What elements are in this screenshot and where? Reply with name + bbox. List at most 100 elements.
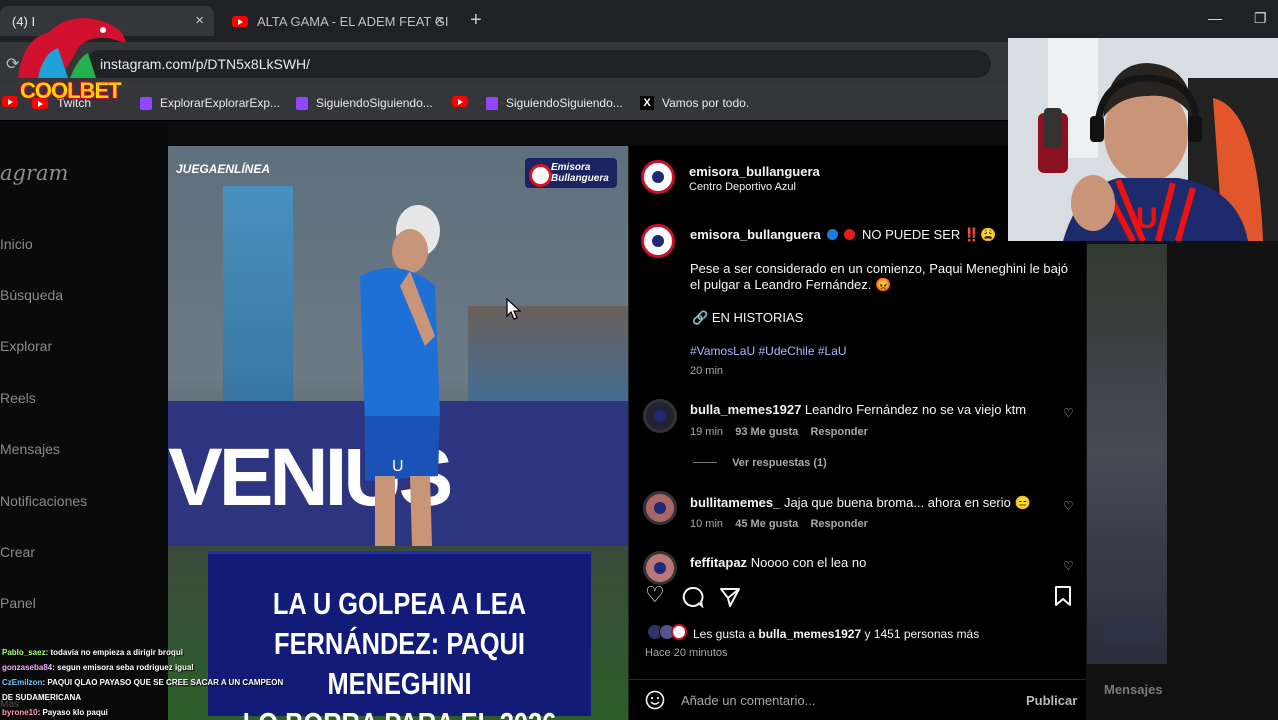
divider (693, 462, 717, 463)
bookmark-youtube-2[interactable] (452, 96, 477, 107)
comment-avatar[interactable] (643, 551, 677, 585)
badge-line: Emisora (551, 162, 591, 173)
tab-title: ALTA GAMA - EL ADEM FEAT GI (257, 13, 449, 29)
minimize-icon[interactable]: — (1208, 10, 1222, 26)
emisora-badge: Emisora Bullanguera (525, 158, 617, 188)
bookmark-label: ExplorarExplorarExp... (160, 96, 281, 110)
bookmark-label: SiguiendoSiguiendo... (316, 96, 433, 110)
comment-icon[interactable] (682, 586, 704, 608)
sidebar-item-notificaciones[interactable]: Notificaciones (0, 493, 87, 509)
like-comment-icon[interactable]: ♡ (1063, 406, 1074, 420)
comment-time: 19 min (690, 426, 724, 438)
chat-user: byrone10 (2, 708, 38, 717)
view-replies[interactable]: Ver respuestas (1) (693, 457, 827, 469)
emoji-icon[interactable] (645, 690, 665, 710)
chat-text: : segun emisora seba rodriguez igual (52, 663, 194, 672)
chat-text: : todavía no empieza a dirigir broqui (45, 648, 183, 657)
chat-text: : PAQUI QLAO PAYASO QUE SE CREE SACAR A … (42, 678, 284, 687)
caption-header: emisora_bullanguera NO PUEDE SER ‼️😩 (690, 227, 996, 243)
sidebar-item-busqueda[interactable]: Búsqueda (0, 287, 63, 303)
likes-user[interactable]: bulla_memes1927 (758, 627, 861, 641)
comment-input[interactable]: Añade un comentario... (681, 693, 815, 708)
post-date: Hace 20 minutos (645, 647, 728, 659)
new-tab-button[interactable]: + (470, 9, 482, 32)
url-input[interactable]: instagram.com/p/DTN5x8LkSWH/ (86, 50, 991, 78)
bookmark-explorar[interactable]: ExplorarExplorarExp... (140, 96, 280, 110)
messages-floating-label[interactable]: Mensajes (1104, 682, 1163, 697)
sidebar-item-explorar[interactable]: Explorar (0, 338, 52, 354)
comment-3: feffitapaz Noooo con el lea no (690, 555, 866, 570)
bookmarks-bar: Twitch ExplorarExplorarExp... SiguiendoS… (0, 86, 1010, 120)
instagram-wordmark[interactable]: agram (0, 161, 68, 185)
sidebar-item-inicio[interactable]: Inicio (0, 236, 33, 252)
comment-meta: 19 min 93 Me gusta Responder (690, 426, 868, 438)
logo-text: COOLBET (20, 78, 122, 103)
comment-username[interactable]: bullitamemes_ (690, 495, 780, 510)
close-tab-icon[interactable]: × (435, 12, 444, 29)
like-comment-icon[interactable]: ♡ (1063, 559, 1074, 573)
comment-avatar[interactable] (643, 491, 677, 525)
hashtags[interactable]: #VamosLaU #UdeChile #LaU (690, 344, 847, 358)
badge-line: Bullanguera (551, 173, 609, 184)
chat-message: CzEmilzon: PAQUI QLAO PAYASO QUE SE CREE… (2, 675, 322, 690)
sidebar-item-panel[interactable]: Panel (0, 595, 36, 611)
sidebar-item-reels[interactable]: Reels (0, 390, 36, 406)
twitch-icon (140, 96, 152, 110)
caption-username[interactable]: emisora_bullanguera (690, 227, 821, 242)
stream-chat: Pablo_saez: todavía no empieza a dirigir… (2, 645, 322, 720)
post-location[interactable]: Centro Deportivo Azul (689, 181, 796, 193)
comment-likes[interactable]: 93 Me gusta (735, 426, 798, 438)
likes-summary[interactable]: Les gusta a bulla_memes1927 y 1451 perso… (693, 627, 979, 641)
publish-button[interactable]: Publicar (1026, 693, 1077, 708)
chat-user: Pablo_saez (2, 648, 46, 657)
mouse-cursor-icon (506, 298, 522, 320)
red-circle-icon (844, 229, 856, 240)
view-replies-text: Ver respuestas (1) (732, 457, 827, 469)
reply-button[interactable]: Responder (810, 518, 867, 530)
caption-line: Pese a ser considerado en un comienzo, P… (690, 261, 1068, 276)
juegaenlinea-label: JUEGAENLÍNEA (176, 162, 271, 176)
address-bar-row: ⟳ instagram.com/p/DTN5x8LkSWH/ (0, 42, 1010, 86)
svg-text:U: U (1136, 202, 1158, 235)
caption-body: Pese a ser considerado en un comienzo, P… (690, 261, 1068, 293)
streamer-webcam: U (1008, 38, 1278, 241)
reply-button[interactable]: Responder (810, 426, 867, 438)
sidebar-item-mensajes[interactable]: Mensajes (0, 441, 60, 457)
coolbet-logo: COOLBET (8, 8, 133, 103)
like-comment-icon[interactable]: ♡ (1063, 499, 1074, 513)
caption-avatar[interactable] (641, 224, 675, 258)
close-tab-icon[interactable]: × (195, 12, 204, 29)
story-link[interactable]: 🔗 EN HISTORIAS (692, 310, 803, 326)
sidebar-item-crear[interactable]: Crear (0, 544, 35, 560)
background-post-image (1087, 244, 1167, 664)
comment-username[interactable]: feffitapaz (690, 555, 747, 570)
author-username[interactable]: emisora_bullanguera (689, 164, 820, 179)
comment-username[interactable]: bulla_memes1927 (690, 402, 801, 417)
bookmark-save-icon[interactable] (1053, 585, 1073, 607)
caption-time: 20 min (690, 365, 724, 377)
background-pillar (223, 186, 293, 406)
restore-icon[interactable]: ❐ (1254, 10, 1267, 27)
share-icon[interactable] (719, 586, 741, 608)
comment-2: bullitamemes_ Jaja que buena broma... ah… (690, 495, 1031, 511)
like-icon[interactable]: ♡ (645, 582, 665, 608)
chat-user: gonzaseba84 (2, 663, 53, 672)
comment-meta: 10 min 45 Me gusta Responder (690, 518, 868, 530)
youtube-icon (452, 96, 468, 107)
author-avatar[interactable] (641, 160, 675, 194)
bookmark-x[interactable]: X Vamos por todo. (640, 96, 749, 110)
comment-likes[interactable]: 45 Me gusta (735, 518, 798, 530)
tab-youtube[interactable]: ALTA GAMA - EL ADEM FEAT GI × (228, 6, 456, 36)
comment-avatar[interactable] (643, 399, 677, 433)
bookmark-label: Vamos por todo. (662, 96, 750, 110)
post-image[interactable]: VENIUS U JUEGAENLÍNEA Emisora Bullanguer… (168, 146, 628, 720)
blue-circle-icon (827, 229, 839, 240)
comment-1: bulla_memes1927 Leandro Fernández no se … (690, 402, 1026, 417)
bookmark-siguiendo-2[interactable]: SiguiendoSiguiendo... (486, 96, 623, 110)
player-figure: U (360, 205, 440, 546)
ig-sidebar: agram Inicio Búsqueda Explorar Reels Men… (0, 121, 168, 720)
chat-message: DE SUDAMERICANA (2, 690, 322, 705)
comment-bar: Añade un comentario... Publicar (629, 679, 1087, 720)
bookmark-siguiendo-1[interactable]: SiguiendoSiguiendo... (296, 96, 433, 110)
chat-message: Pablo_saez: todavía no empieza a dirigir… (2, 645, 322, 660)
